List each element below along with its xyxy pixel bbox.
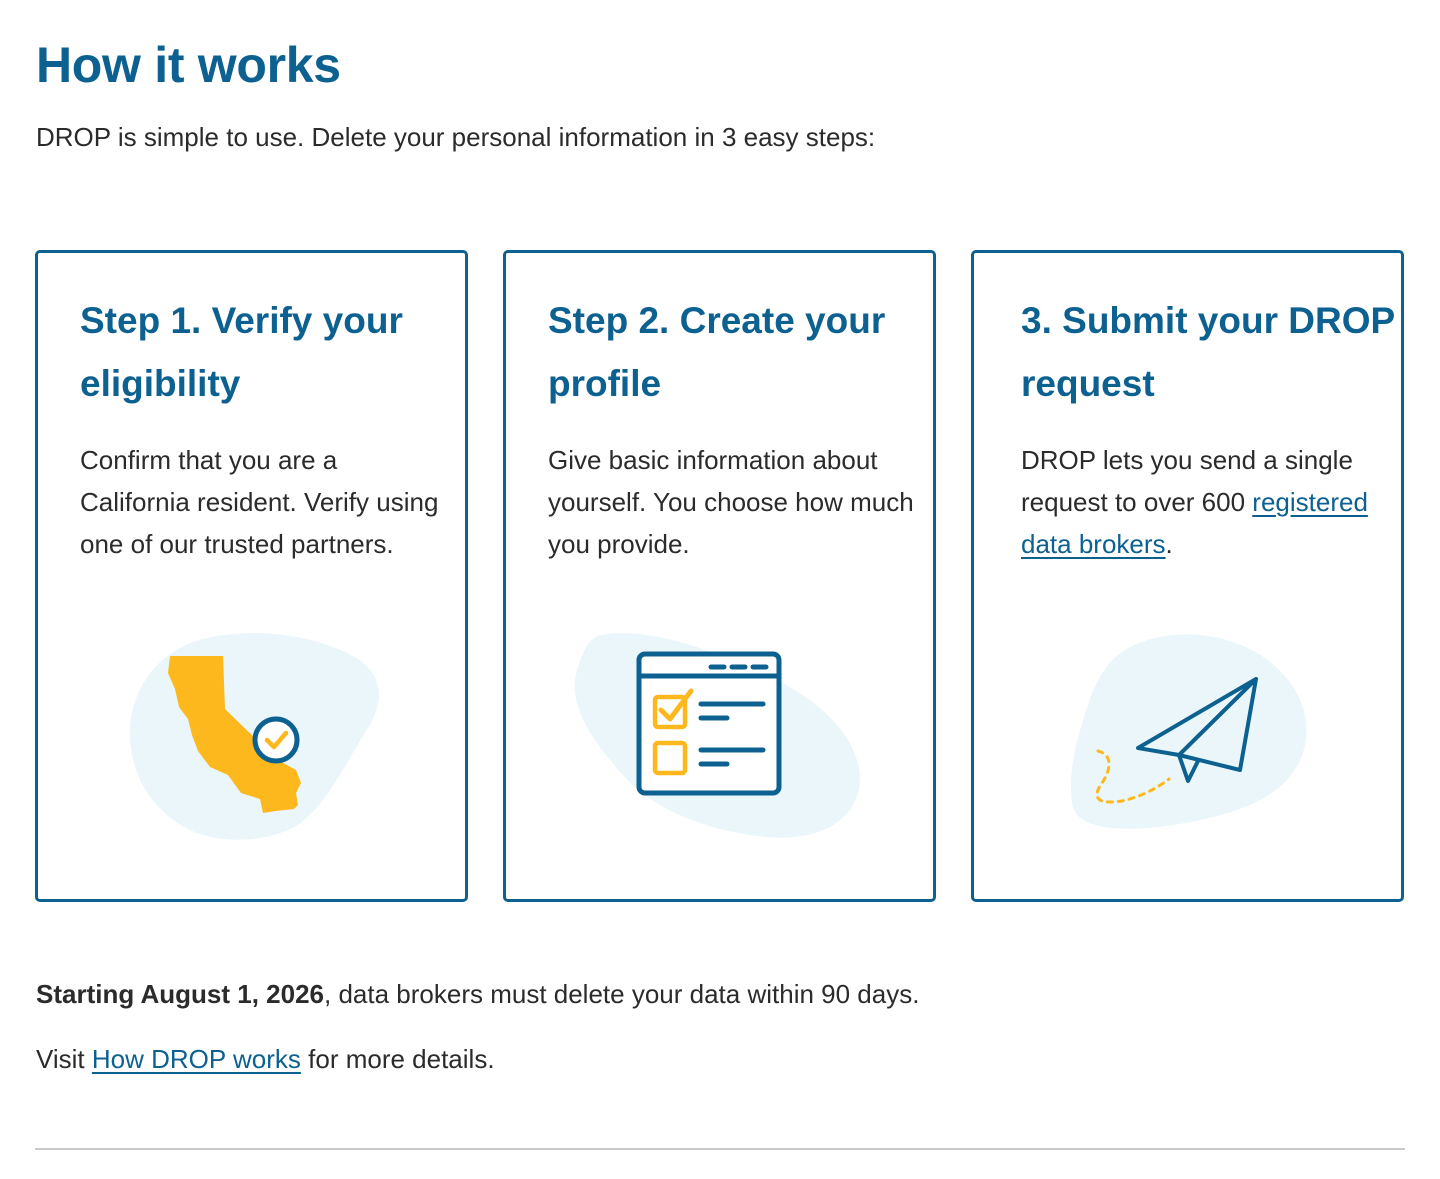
- step-card-3: 3. Submit your DROP request DROP lets yo…: [971, 250, 1404, 902]
- deadline-notice: Starting August 1, 2026, data brokers mu…: [36, 974, 919, 1014]
- step-card-2: Step 2. Create your profile Give basic i…: [503, 250, 936, 902]
- step-1-body: Confirm that you are a California reside…: [80, 445, 439, 559]
- deadline-date: Starting August 1, 2026: [36, 979, 324, 1009]
- step-3-title: 3. Submit your DROP request: [1021, 300, 1395, 404]
- step-3-body-end: .: [1165, 529, 1173, 559]
- page-title: How it works: [36, 37, 341, 93]
- step-3-body: DROP lets you send a single request to o…: [1021, 439, 1391, 565]
- step-2-title: Step 2. Create your profile: [548, 300, 886, 404]
- paper-plane-icon: [1070, 634, 1307, 829]
- profile-checklist-icon: [574, 633, 860, 838]
- california-map-check-icon: [130, 633, 379, 840]
- intro-text: DROP is simple to use. Delete your perso…: [36, 122, 876, 152]
- step-1-title: Step 1. Verify your eligibility: [80, 300, 403, 404]
- step-2-body: Give basic information about yourself. Y…: [548, 445, 914, 559]
- deadline-text: , data brokers must delete your data wit…: [324, 979, 920, 1009]
- step-card-1: Step 1. Verify your eligibility Confirm …: [35, 250, 468, 902]
- visit-suffix: for more details.: [308, 1044, 495, 1074]
- visit-details: Visit How DROP works for more details.: [36, 1039, 495, 1079]
- visit-prefix: Visit: [36, 1044, 85, 1074]
- how-drop-works-link[interactable]: How DROP works: [92, 1044, 301, 1074]
- section-divider: [35, 1148, 1405, 1150]
